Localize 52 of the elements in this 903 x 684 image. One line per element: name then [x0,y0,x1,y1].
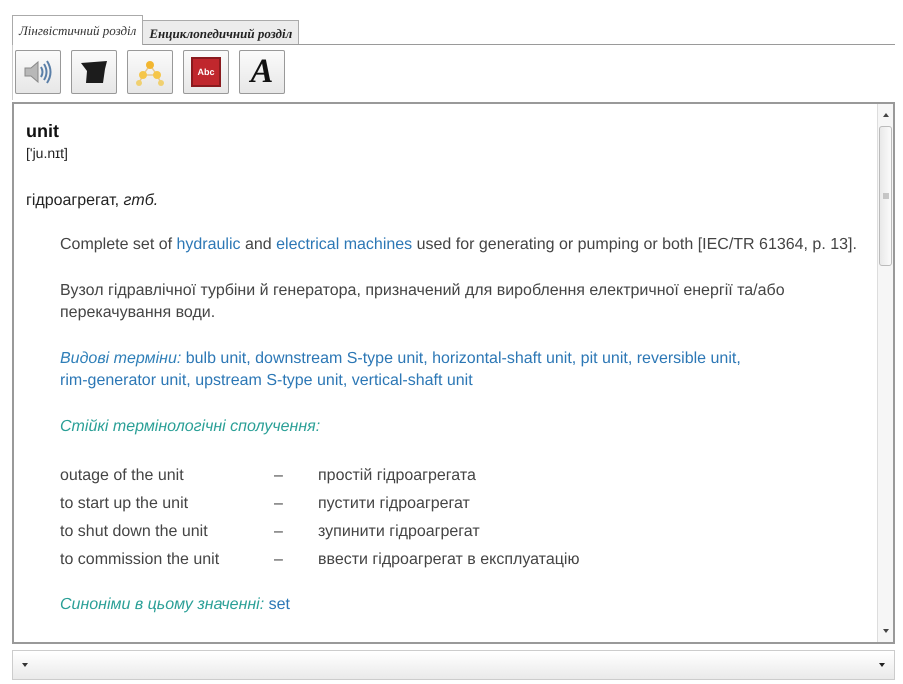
term-link[interactable]: rim-generator unit [60,372,186,389]
cap-button[interactable] [71,50,117,94]
font-button[interactable]: A [239,50,285,94]
section-label: Видові терміни: [60,350,182,367]
scrollbar[interactable] [877,104,893,642]
phrase-term: to commission the unit [59,550,220,570]
phrase-translation: зупинити гідроагрегат [317,522,481,542]
headword: unit [26,120,60,142]
separator: , [342,372,348,389]
separator: , [423,350,428,367]
dash: – [273,466,284,486]
definition-text: Complete set of hydraulic and electrical machines used for generating or pumping or both [IEC/TR 61364, p. 13]. [60,235,857,255]
phrase-translation: простій гідроагрегата [317,466,477,486]
network-button[interactable] [127,50,173,94]
dropdown-field[interactable] [12,650,895,680]
separator: , [186,372,191,389]
transcription: ['ju.nɪt] [26,144,69,163]
term-link[interactable]: pit unit [580,350,628,367]
dash: – [273,550,284,570]
translation: гідроагрегат, гтб. [26,191,160,211]
section-label: Стійкі термінологічні сполучення: [60,418,320,435]
phrase-translation: ввести гідроагрегат в експлуатацію [317,550,580,570]
definition-text: Вузол гідравлічної турбіни й генератора, призначений для вироблення електричної енергії та/або перекачування води. [60,281,786,323]
term-link[interactable]: reversible unit [636,350,736,367]
separator: , [246,350,251,367]
phrase-term: to start up the unit [59,494,190,514]
section-tab[interactable]: Лінгвістичний розділ [12,15,144,45]
separator: , [572,350,576,367]
scroll-up-icon[interactable] [882,112,890,118]
dash: – [273,522,284,542]
speaker-button[interactable] [15,50,61,94]
term-link[interactable]: horizontal-shaft unit [432,350,572,367]
term-link[interactable]: upstream S-type unit [195,372,343,389]
scroll-down-icon[interactable] [882,628,890,634]
caret-icon [878,662,886,668]
term-link[interactable]: vertical-shaft unit [352,372,473,389]
section-tab[interactable]: Енциклопедичний розділ [142,20,300,44]
term-link[interactable]: downstream S-type unit [255,350,424,367]
separator: , [736,350,741,367]
phrase-translation: пустити гідроагрегат [317,494,471,514]
term-link[interactable]: hydraulic [176,236,241,253]
term-link[interactable]: set [268,596,290,613]
grip-icon [882,192,890,200]
caret-icon [21,662,29,668]
separator: , [628,350,632,367]
term-link[interactable]: electrical machines [276,236,412,253]
dash: – [273,494,284,514]
phrase-term: outage of the unit [59,466,185,486]
section-label: Синоніми в цьому значенні: [60,596,264,613]
phrase-term: to shut down the unit [59,522,209,542]
book-button[interactable]: Abc [183,50,229,94]
term-link[interactable]: bulb unit [186,350,246,367]
